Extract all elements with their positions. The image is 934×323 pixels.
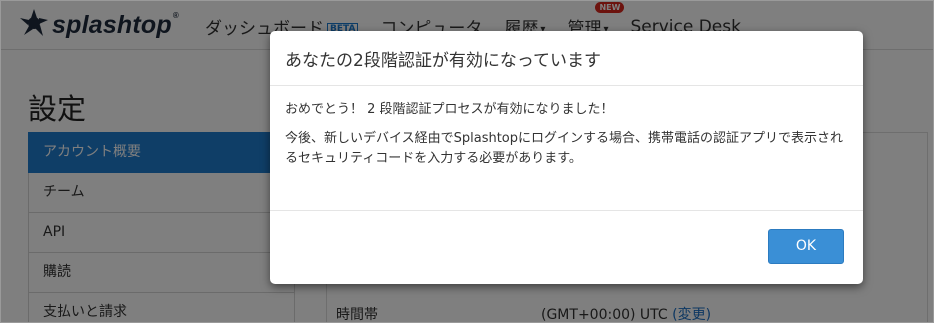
dialog-message-details: 今後、新しいデバイス経由でSplashtopにログインする場合、携帯電話の認証ア… [285,131,844,166]
ok-button[interactable]: OK [768,229,844,264]
app-window: splashtop® ダッシュボードBETA コンピュータ 履歴▾ NEW 管理… [0,0,934,323]
dialog-message-congrats: おめでとう！ 2 段階認証プロセスが有効になりました！ [285,102,614,117]
dialog-header: あなたの2段階認証が有効になっています [270,31,863,86]
dialog-title: あなたの2段階認証が有効になっています [285,50,601,71]
dialog-body: おめでとう！ 2 段階認証プロセスが有効になりました！ 今後、新しいデバイス経由… [270,86,863,211]
two-factor-enabled-dialog: あなたの2段階認証が有効になっています おめでとう！ 2 段階認証プロセスが有効… [270,31,863,284]
dialog-footer: OK [270,211,863,281]
